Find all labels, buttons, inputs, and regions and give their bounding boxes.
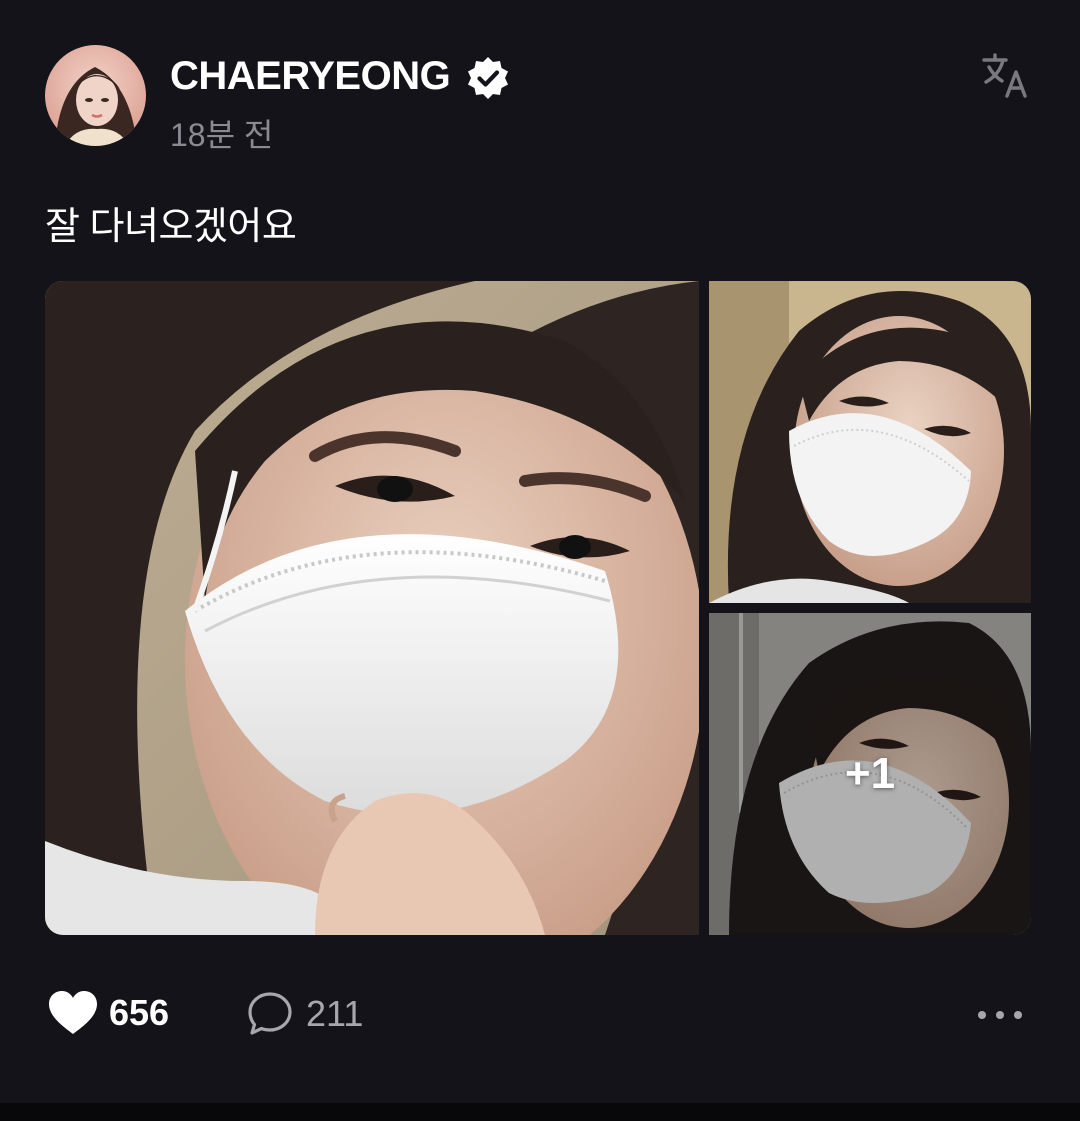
translate-icon[interactable] <box>980 50 1032 102</box>
avatar-image <box>45 45 146 146</box>
photo-third[interactable]: +1 <box>709 613 1031 935</box>
heart-icon <box>49 991 97 1034</box>
post-text: 잘 다녀오겠어요 <box>45 206 297 248</box>
verified-badge-icon <box>468 57 508 99</box>
author-name[interactable]: CHAERYEONG <box>170 54 451 99</box>
more-photos-count: +1 <box>844 749 896 798</box>
more-dots-icon[interactable] <box>972 1000 1028 1030</box>
selfie-image <box>709 281 1031 603</box>
photo-grid: +1 <box>45 281 1031 935</box>
bottom-divider <box>0 1103 1080 1121</box>
selfie-image <box>45 281 699 935</box>
photo-main[interactable] <box>45 281 699 935</box>
post-timestamp: 18분 전 <box>170 117 274 153</box>
like-button[interactable]: 656 <box>47 990 169 1036</box>
photo-second[interactable] <box>709 281 1031 603</box>
more-photos-overlay[interactable]: +1 <box>709 613 1031 935</box>
like-count: 656 <box>109 992 170 1033</box>
post-card: CHAERYEONG 18분 전 잘 다녀오겠어요 +1 656 211 <box>0 0 1080 1103</box>
comment-count: 211 <box>306 993 364 1034</box>
comment-bubble-icon <box>248 992 292 1035</box>
comment-button[interactable]: 211 <box>246 990 363 1038</box>
avatar[interactable] <box>45 45 146 146</box>
